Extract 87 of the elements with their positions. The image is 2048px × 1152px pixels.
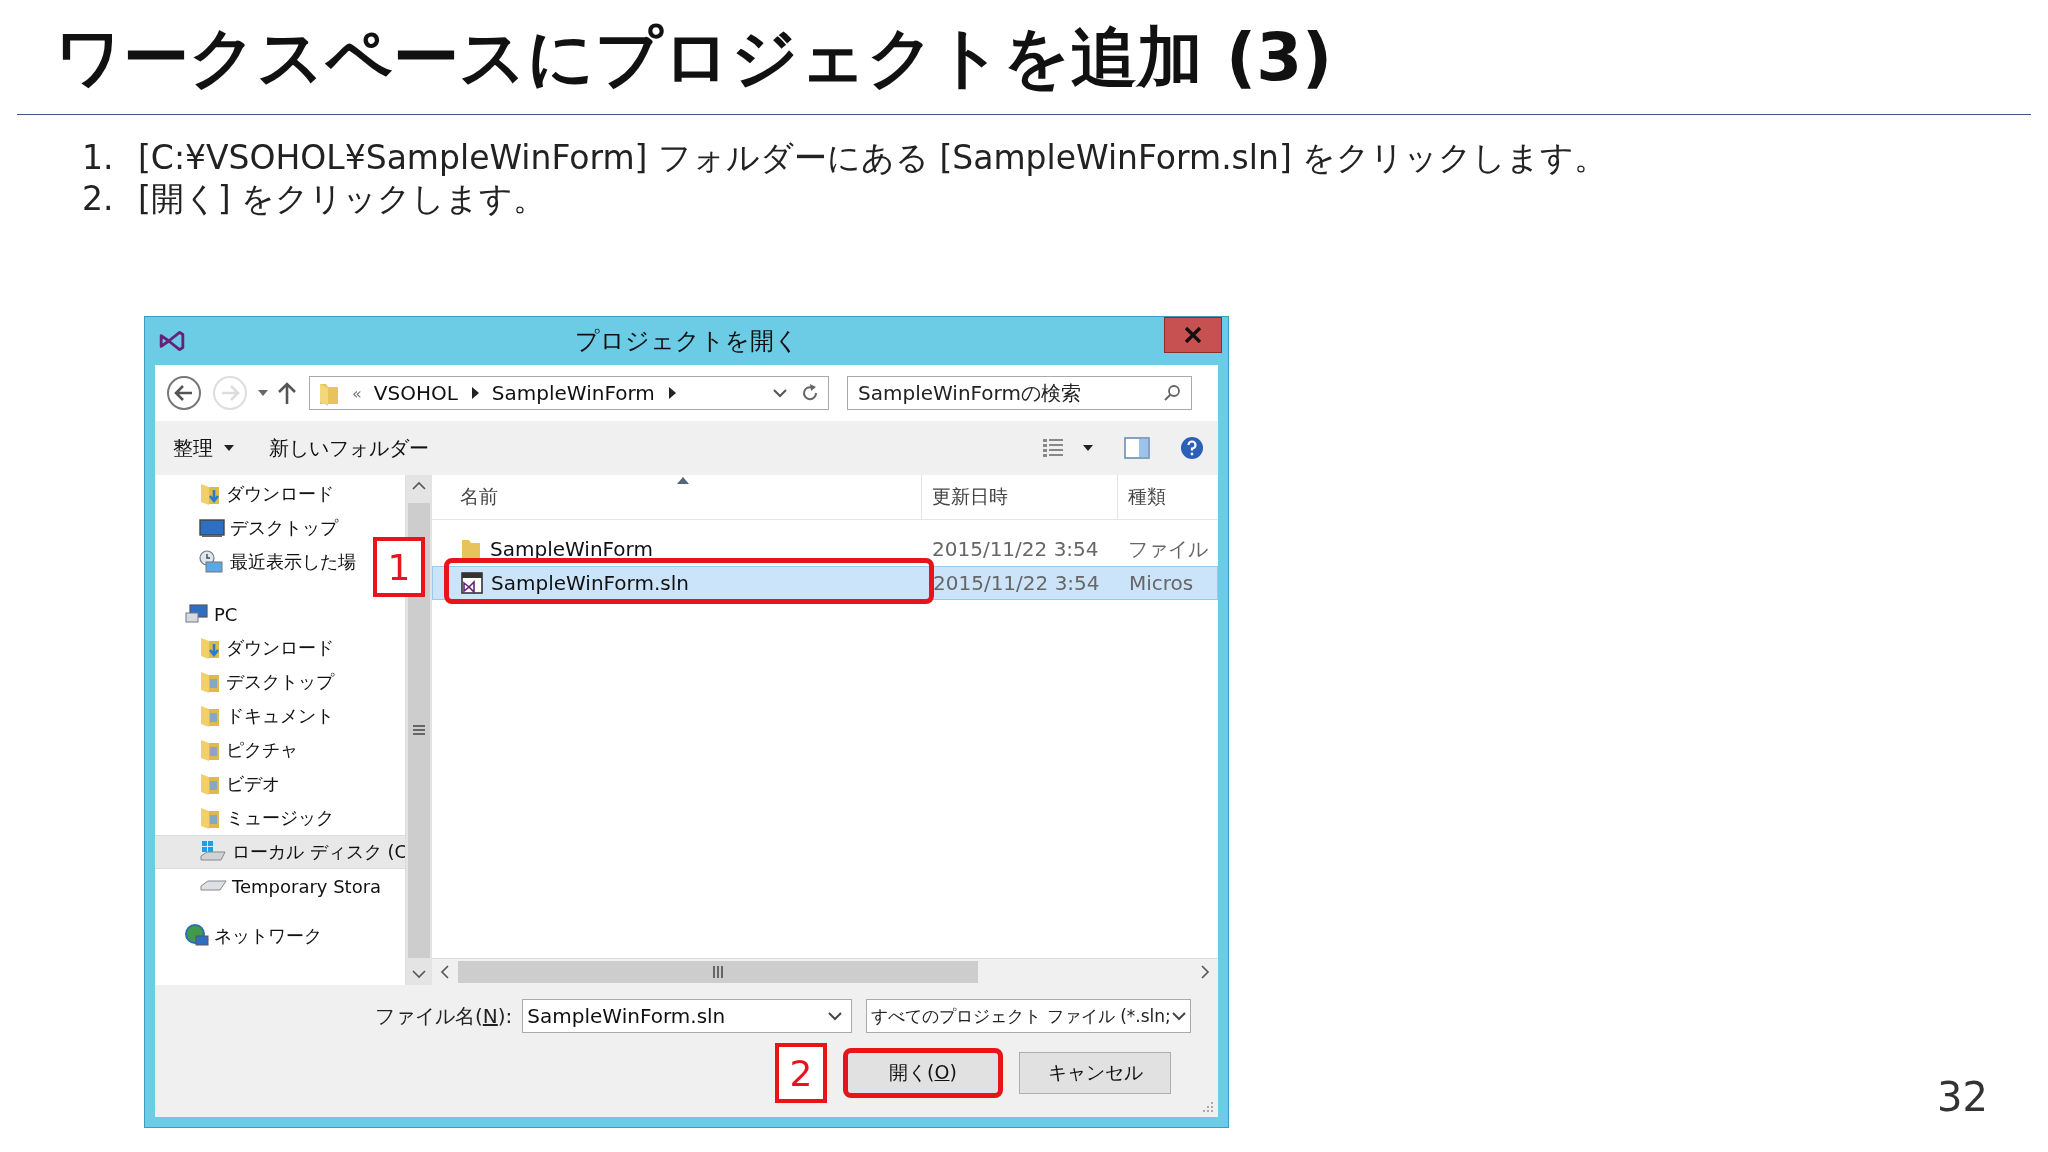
close-icon xyxy=(1184,327,1202,343)
cancel-button[interactable]: キャンセル xyxy=(1019,1052,1171,1094)
path-overflow[interactable]: « xyxy=(352,383,362,403)
preview-pane-icon[interactable] xyxy=(1124,437,1150,459)
slide-title: ワークスペースにプロジェクトを追加 (3) xyxy=(55,20,1334,95)
file-name: SampleWinForm xyxy=(490,537,653,561)
view-options-icon[interactable] xyxy=(1042,438,1064,458)
modified-date: 2015/11/22 3:54 xyxy=(932,537,1099,561)
file-row[interactable]: SampleWinForm.sln 2015/11/22 3:54 Micros xyxy=(432,566,1218,600)
path-segment[interactable]: SampleWinForm xyxy=(491,381,655,405)
download-folder-icon xyxy=(199,636,221,660)
search-field[interactable]: SampleWinFormの検索 xyxy=(847,376,1192,410)
scroll-thumb[interactable] xyxy=(458,961,978,983)
scroll-right-icon[interactable] xyxy=(1200,964,1210,980)
step-text: [C:¥VSOHOL¥SampleWinForm] フォルダーにある [SampleWinForm.sln] をクリックします。 xyxy=(138,137,1608,178)
recent-places-icon xyxy=(199,550,225,574)
nav-item[interactable]: ドキュメント xyxy=(155,699,334,733)
refresh-icon[interactable] xyxy=(800,383,820,403)
chevron-icon[interactable] xyxy=(469,386,480,400)
resize-grip-icon[interactable] xyxy=(1202,1101,1214,1113)
grip-icon xyxy=(412,724,425,736)
chevron-icon[interactable] xyxy=(666,386,677,400)
nav-item[interactable]: PC xyxy=(155,597,238,631)
sort-arrow-icon xyxy=(677,477,689,484)
download-folder-icon xyxy=(199,482,221,506)
computer-icon xyxy=(185,604,209,624)
drive-icon xyxy=(199,840,227,864)
page-number: 32 xyxy=(1937,1074,1988,1120)
organize-menu[interactable]: 整理 xyxy=(173,434,213,462)
path-segment[interactable]: VSOHOL xyxy=(373,381,458,405)
file-name: SampleWinForm.sln xyxy=(491,571,689,595)
scroll-down-icon[interactable] xyxy=(410,969,427,979)
nav-item[interactable]: ダウンロード xyxy=(155,477,334,511)
column-header[interactable]: 名前 xyxy=(460,484,498,510)
nav-item[interactable]: ダウンロード xyxy=(155,631,334,665)
dropdown-icon[interactable] xyxy=(772,388,788,398)
nav-item[interactable]: ピクチャ xyxy=(155,733,298,767)
file-name-field[interactable]: SampleWinForm.sln xyxy=(522,999,853,1033)
scrollbar[interactable] xyxy=(432,958,1218,985)
step-number: 2. xyxy=(82,178,115,219)
scroll-left-icon[interactable] xyxy=(440,964,450,980)
nav-item[interactable]: デスクトップ xyxy=(155,511,338,545)
file-type: Micros xyxy=(1129,571,1194,595)
folder-icon xyxy=(199,772,221,796)
step-number: 1. xyxy=(82,137,115,178)
folder-icon xyxy=(199,670,221,694)
search-icon xyxy=(1163,384,1181,402)
nav-item[interactable]: 最近表示した場 xyxy=(155,545,356,579)
column-header[interactable]: 更新日時 xyxy=(932,484,1008,510)
solution-file-icon xyxy=(461,572,483,594)
nav-item[interactable]: デスクトップ xyxy=(155,665,334,699)
dropdown-icon xyxy=(827,1011,844,1021)
nav-item[interactable]: ネットワーク xyxy=(155,919,322,953)
network-icon xyxy=(185,924,209,948)
modified-date: 2015/11/22 3:54 xyxy=(933,571,1100,595)
grip-icon xyxy=(712,966,724,978)
scrollbar[interactable] xyxy=(405,475,431,985)
file-name-label: ファイル名(N): xyxy=(375,1002,513,1030)
file-type-dropdown[interactable]: すべてのプロジェクト ファイル (*.sln; xyxy=(866,999,1192,1033)
nav-item[interactable]: ミュージック xyxy=(155,801,334,835)
dropdown-icon[interactable] xyxy=(1082,444,1094,452)
drive-icon xyxy=(199,878,227,894)
file-type: ファイル xyxy=(1128,535,1208,563)
step-text: [開く] をクリックします。 xyxy=(138,178,547,219)
folder-icon xyxy=(199,704,221,728)
close-button[interactable] xyxy=(1164,317,1222,353)
up-arrow-icon[interactable] xyxy=(277,381,297,405)
folder-icon xyxy=(460,538,482,560)
dialog-title: プロジェクトを開く xyxy=(574,326,799,357)
nav-item[interactable]: Temporary Stora xyxy=(155,869,382,903)
address-bar[interactable]: « VSOHOL SampleWinForm xyxy=(309,376,829,410)
dropdown-icon[interactable] xyxy=(223,444,235,452)
callout-number: 1 xyxy=(373,537,425,597)
help-icon[interactable] xyxy=(1180,436,1204,460)
dropdown-icon xyxy=(1170,1011,1187,1021)
open-button[interactable]: 開く(O) xyxy=(843,1048,1003,1098)
folder-icon xyxy=(199,738,221,762)
file-row[interactable]: SampleWinForm 2015/11/22 3:54 ファイル xyxy=(432,532,1218,566)
scroll-up-icon[interactable] xyxy=(410,481,427,491)
callout-number: 2 xyxy=(775,1043,827,1103)
nav-item[interactable]: ビデオ xyxy=(155,767,280,801)
visual-studio-icon xyxy=(159,330,185,352)
new-folder-button[interactable]: 新しいフォルダー xyxy=(269,434,429,462)
desktop-icon xyxy=(199,518,225,538)
folder-icon xyxy=(199,806,221,830)
column-header[interactable]: 種類 xyxy=(1128,484,1166,510)
back-icon[interactable] xyxy=(165,374,203,412)
